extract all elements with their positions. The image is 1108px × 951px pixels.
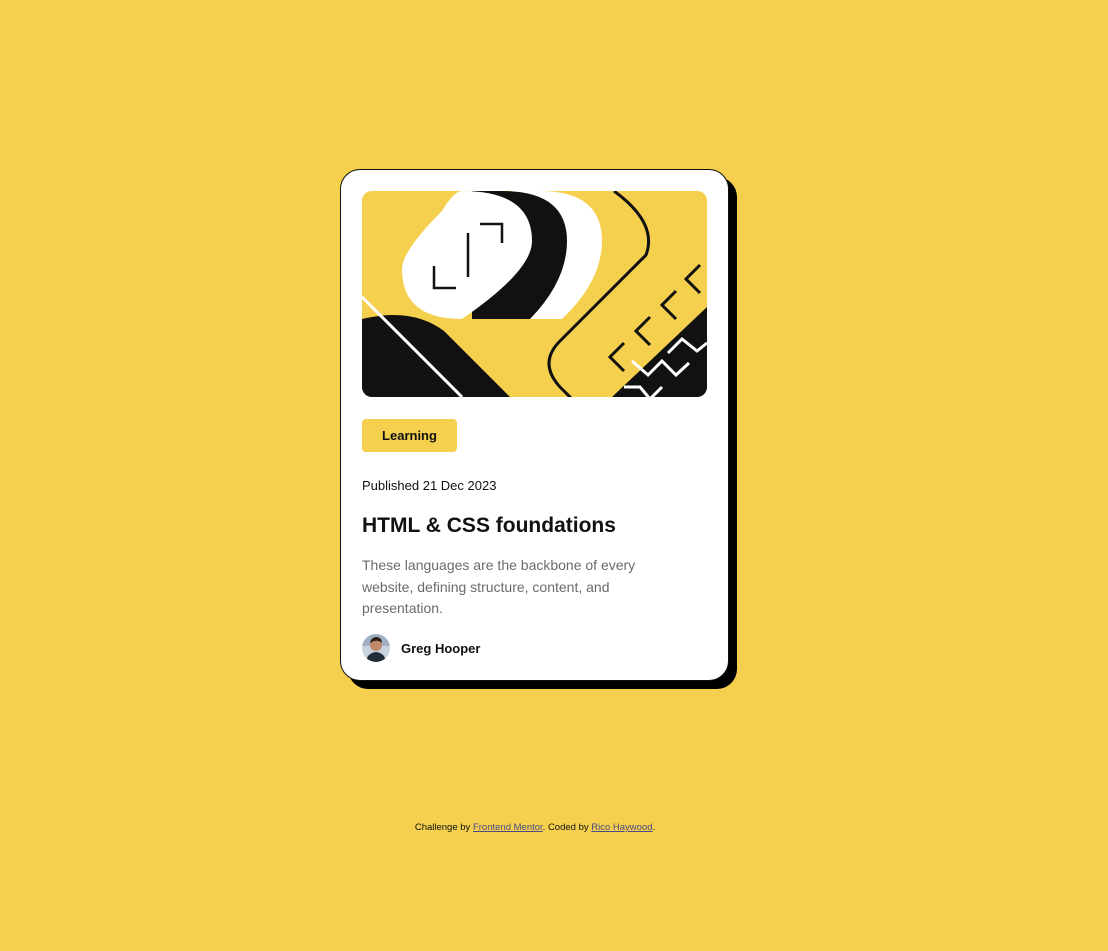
hero-illustration <box>362 191 707 397</box>
avatar <box>362 634 390 662</box>
coder-link[interactable]: Rico Haywood <box>591 822 652 833</box>
author: Greg Hooper <box>362 633 480 663</box>
attribution-prefix: Challenge by <box>414 822 473 833</box>
attribution-middle: . Coded by <box>542 822 592 833</box>
blog-preview-card: Learning Published 21 Dec 2023 HTML & CS… <box>340 169 729 681</box>
attribution: Challenge by Frontend Mentor. Coded by R… <box>0 822 1070 834</box>
card-description: These languages are the backbone of ever… <box>362 557 636 616</box>
attribution-suffix: . <box>652 822 656 833</box>
frontend-mentor-link[interactable]: Frontend Mentor <box>473 822 543 833</box>
author-name: Greg Hooper <box>401 640 481 656</box>
category-tag: Learning <box>362 419 457 452</box>
published-date: Published 21 Dec 2023 <box>362 478 497 493</box>
card-title[interactable]: HTML & CSS foundations <box>362 512 616 540</box>
